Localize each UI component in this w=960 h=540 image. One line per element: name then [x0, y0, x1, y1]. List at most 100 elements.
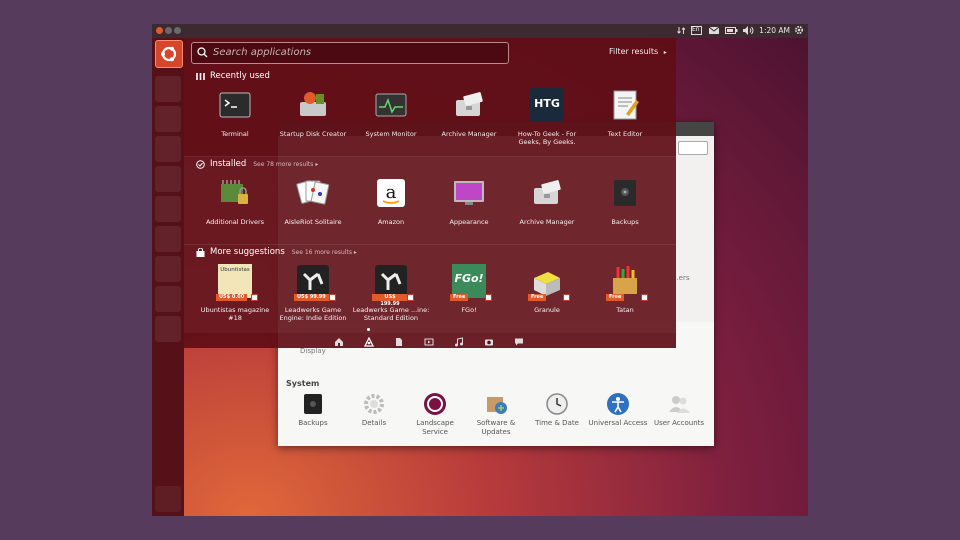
- app-label: Archive Manager: [441, 130, 497, 138]
- settings-item-software-updates[interactable]: Software & Updates: [466, 392, 526, 437]
- keyboard-layout-indicator[interactable]: En: [691, 26, 702, 35]
- system-gear-icon[interactable]: [794, 25, 804, 37]
- clock-icon: [546, 393, 568, 415]
- settings-item-label: Software & Updates: [476, 419, 516, 436]
- app-label: Additional Drivers: [205, 218, 265, 226]
- app-startup-disk-creator[interactable]: Startup Disk Creator: [274, 88, 352, 138]
- settings-item-backups[interactable]: Backups: [283, 392, 343, 428]
- see-more-results-link[interactable]: See 16 more results ▸: [292, 249, 357, 256]
- launcher-item-files[interactable]: [155, 106, 181, 132]
- settings-item-time-date[interactable]: Time & Date: [527, 392, 587, 428]
- app-label: Granule: [534, 306, 560, 314]
- playing-cards-icon: [296, 180, 330, 205]
- htg-logo-icon: HTG: [530, 88, 564, 122]
- htg-logo-text: HTG: [534, 97, 560, 110]
- launcher-item-impress[interactable]: [155, 196, 181, 222]
- app-label: Backups: [611, 218, 639, 226]
- search-input[interactable]: [213, 45, 503, 60]
- battery-icon[interactable]: [725, 26, 738, 35]
- launcher-item-software-center[interactable]: [155, 226, 181, 252]
- launcher-item-settings[interactable]: [155, 286, 181, 312]
- desktop: En 1:20 AM Display ...ers System Backups…: [152, 24, 808, 516]
- settings-item-label: User Accounts: [653, 419, 705, 427]
- app-appearance[interactable]: Appearance: [430, 176, 508, 226]
- photos-lens-icon[interactable]: [484, 332, 494, 351]
- app-label: How-To Geek - For Geeks, By Geeks.: [517, 130, 577, 146]
- app-label: Tatan: [616, 306, 634, 314]
- store-icon: [563, 294, 570, 301]
- app-archive-manager-installed[interactable]: Archive Manager: [508, 176, 586, 226]
- svg-text:a: a: [386, 182, 397, 203]
- launcher-item-amazon[interactable]: [155, 256, 181, 282]
- app-granule[interactable]: Free Granule: [508, 264, 586, 314]
- app-fgo[interactable]: FGo! Free FGo!: [430, 264, 508, 314]
- filter-results-label: Filter results: [609, 47, 659, 56]
- recent-apps-icon: [196, 72, 205, 80]
- launcher-item-calc[interactable]: [155, 166, 181, 192]
- keyboard-layout-label: En: [692, 26, 700, 33]
- app-leadwerks-standard[interactable]: US$ 199.99 Leadwerks Game ...ine: Standa…: [352, 264, 430, 322]
- files-lens-icon[interactable]: [394, 332, 404, 351]
- app-leadwerks-indie[interactable]: US$ 99.99 Leadwerks Game Engine: Indie E…: [274, 264, 352, 322]
- minimize-window-button[interactable]: [165, 27, 172, 34]
- store-icon: [485, 294, 492, 301]
- settings-item-landscape[interactable]: Landscape Service: [405, 392, 465, 437]
- network-transfer-icon[interactable]: [676, 26, 686, 35]
- settings-search-input[interactable]: [678, 141, 708, 155]
- see-more-results-link[interactable]: See 78 more results ▸: [253, 161, 318, 168]
- app-aisleriot-solitaire[interactable]: AisleRiot Solitaire: [274, 176, 352, 226]
- app-additional-drivers[interactable]: Additional Drivers: [196, 176, 274, 226]
- music-lens-icon[interactable]: [454, 332, 464, 351]
- maximize-window-button[interactable]: [174, 27, 181, 34]
- price-badge: US$ 99.99: [294, 294, 329, 301]
- dash-home-button[interactable]: [155, 40, 183, 68]
- granule-icon: Free: [528, 264, 570, 301]
- leadwerks-icon: US$ 99.99: [294, 264, 336, 301]
- archive-icon: [456, 92, 483, 116]
- settings-item-details[interactable]: Details: [344, 392, 404, 428]
- close-window-button[interactable]: [156, 27, 163, 34]
- app-system-monitor[interactable]: System Monitor: [352, 88, 430, 138]
- video-lens-icon[interactable]: [424, 332, 434, 351]
- launcher-item-firefox[interactable]: [155, 76, 181, 102]
- social-lens-icon[interactable]: [514, 332, 524, 351]
- app-backups[interactable]: Backups: [586, 176, 664, 226]
- trash-icon[interactable]: [155, 486, 181, 512]
- app-tatan[interactable]: Free Tatan: [586, 264, 664, 314]
- text-editor-icon: [613, 90, 639, 120]
- app-archive-manager[interactable]: Archive Manager: [430, 88, 508, 138]
- app-terminal[interactable]: Terminal: [196, 88, 274, 138]
- price-badge: US$ 0.00: [216, 294, 248, 301]
- mail-icon[interactable]: [708, 26, 719, 35]
- settings-item-label: Time & Date: [535, 419, 579, 427]
- filter-results-button[interactable]: Filter results ▸: [609, 47, 667, 56]
- clock[interactable]: 1:20 AM: [759, 26, 790, 35]
- active-lens-indicator: [367, 328, 370, 331]
- tatan-icon: Free: [606, 264, 648, 301]
- store-icon: [251, 294, 258, 301]
- price-badge: Free: [528, 294, 547, 301]
- settings-item-user-accounts[interactable]: User Accounts: [649, 392, 709, 428]
- store-icon: [407, 294, 414, 301]
- details-gear-icon: [364, 394, 384, 414]
- app-label: Ubuntistas magazine #18: [200, 306, 270, 322]
- dash-search-box[interactable]: [191, 42, 509, 64]
- applications-lens-icon[interactable]: [363, 332, 375, 351]
- app-how-to-geek[interactable]: HTG How-To Geek - For Geeks, By Geeks.: [508, 88, 586, 146]
- accessibility-icon: [607, 393, 629, 415]
- section-more-suggestions: More suggestions See 16 more results ▸ U…: [184, 244, 676, 333]
- home-lens-icon[interactable]: [334, 332, 344, 351]
- landscape-icon: [424, 393, 446, 415]
- app-label: AisleRiot Solitaire: [284, 218, 342, 226]
- settings-item-universal-access[interactable]: Universal Access: [588, 392, 648, 428]
- archive-icon: [534, 180, 561, 204]
- app-text-editor[interactable]: Text Editor: [586, 88, 664, 138]
- app-ubuntistas-magazine[interactable]: Ubuntistas US$ 0.00 Ubuntistas magazine …: [196, 264, 274, 322]
- app-amazon[interactable]: a Amazon: [352, 176, 430, 226]
- app-label: Amazon: [377, 218, 405, 226]
- launcher-item-writer[interactable]: [155, 136, 181, 162]
- volume-icon[interactable]: [742, 26, 754, 35]
- lens-bar: [184, 328, 676, 348]
- launcher-item-workspaces[interactable]: [155, 316, 181, 342]
- fgo-icon: FGo! Free: [450, 264, 492, 301]
